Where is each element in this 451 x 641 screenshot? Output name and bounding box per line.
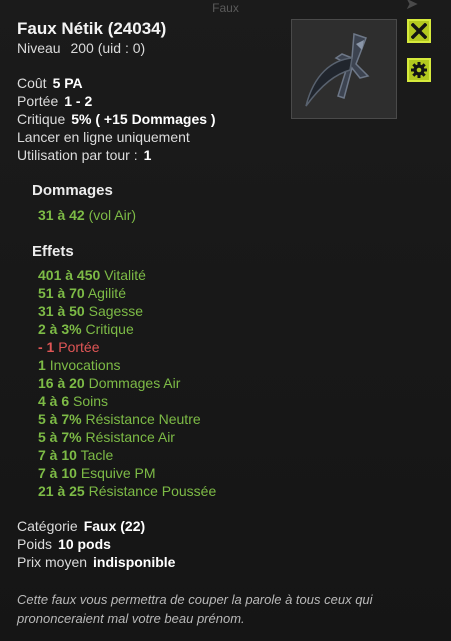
info-value: indisponible	[93, 554, 176, 570]
scythe-icon	[305, 32, 370, 107]
effect-number: 31 à 50	[38, 303, 85, 319]
effect-text: (vol Air)	[88, 207, 137, 223]
effect-line: - 1 Portée	[38, 339, 99, 355]
effect-line: 2 à 3% Critique	[38, 321, 134, 337]
effect-text: Dommages Air	[88, 375, 181, 391]
effect-line: 1 Invocations	[38, 357, 121, 373]
close-button[interactable]	[407, 19, 431, 43]
info-category: Catégorie Faux (22)	[17, 518, 145, 534]
effect-text: Soins	[73, 393, 109, 409]
gear-icon	[411, 62, 427, 78]
item-description: Cette faux vous permettra de couper la p…	[17, 592, 373, 626]
effect-line: 5 à 7% Résistance Air	[38, 429, 175, 445]
damage-line: 31 à 42 (vol Air)	[38, 207, 136, 223]
close-icon	[411, 23, 427, 39]
effect-text: Résistance Poussée	[88, 483, 217, 499]
effect-text: Critique	[85, 321, 134, 337]
effect-line: 21 à 25 Résistance Poussée	[38, 483, 216, 499]
info-label: Poids	[17, 536, 53, 552]
stat-label: Lancer en ligne uniquement	[17, 129, 190, 145]
item-level: Niveau 200 (uid : 0)	[17, 40, 145, 56]
effect-number: 16 à 20	[38, 375, 85, 391]
effect-text: Portée	[58, 339, 100, 355]
effect-text: Esquive PM	[80, 465, 156, 481]
effect-number: 401 à 450	[38, 267, 101, 283]
effect-number: 4 à 6	[38, 393, 70, 409]
effect-number: 5 à 7%	[38, 411, 82, 427]
effect-number: 31 à 42	[38, 207, 85, 223]
effect-text: Sagesse	[88, 303, 144, 319]
effect-number: 1	[38, 357, 46, 373]
settings-button[interactable]	[407, 58, 431, 82]
item-level-value: 200 (uid : 0)	[70, 40, 146, 56]
effect-text: Résistance Air	[85, 429, 175, 445]
effect-line: 4 à 6 Soins	[38, 393, 108, 409]
stat-value: 1 - 2	[64, 93, 93, 109]
effect-number: 5 à 7%	[38, 429, 82, 445]
effect-number: - 1	[38, 339, 55, 355]
info-average-price: Prix moyen indisponible	[17, 554, 175, 570]
stat-uses-per-turn: Utilisation par tour : 1	[17, 147, 151, 163]
effect-line: 31 à 50 Sagesse	[38, 303, 143, 319]
effect-line: 7 à 10 Tacle	[38, 447, 113, 463]
effect-line: 401 à 450 Vitalité	[38, 267, 146, 283]
stat-value: 1	[143, 147, 152, 163]
effect-line: 51 à 70 Agilité	[38, 285, 126, 301]
effect-line: 7 à 10 Esquive PM	[38, 465, 156, 481]
stat-range: Portée 1 - 2	[17, 93, 92, 109]
effect-line: 5 à 7% Résistance Neutre	[38, 411, 201, 427]
effect-number: 51 à 70	[38, 285, 85, 301]
stat-label: Critique	[17, 111, 66, 127]
stat-cost: Coût 5 PA	[17, 75, 83, 91]
effect-text: Agilité	[87, 285, 126, 301]
effect-number: 21 à 25	[38, 483, 85, 499]
info-label: Prix moyen	[17, 554, 88, 570]
effect-line: 16 à 20 Dommages Air	[38, 375, 180, 391]
item-name: Faux Nétik (24034)	[17, 19, 167, 38]
effect-text: Résistance Neutre	[85, 411, 201, 427]
stat-label: Portée	[17, 93, 59, 109]
effect-number: 7 à 10	[38, 465, 77, 481]
effects-title: Effets	[32, 243, 74, 260]
info-weight: Poids 10 pods	[17, 536, 111, 552]
effect-number: 7 à 10	[38, 447, 77, 463]
effect-text: Tacle	[80, 447, 114, 463]
item-level-label: Niveau	[17, 40, 61, 56]
info-value: Faux (22)	[83, 518, 146, 534]
info-label: Catégorie	[17, 518, 78, 534]
window-title: Faux	[212, 1, 239, 15]
stat-label: Utilisation par tour :	[17, 147, 138, 163]
effect-text: Vitalité	[104, 267, 146, 283]
item-image	[291, 19, 397, 119]
info-value: 10 pods	[58, 536, 111, 552]
effect-number: 2 à 3%	[38, 321, 82, 337]
collapse-arrow-icon[interactable]: ➤	[405, 0, 418, 14]
stat-value: 5% ( +15 Dommages )	[71, 111, 216, 127]
stat-critical: Critique 5% ( +15 Dommages )	[17, 111, 216, 127]
damage-title: Dommages	[32, 182, 113, 199]
stat-value: 5 PA	[52, 75, 83, 91]
stat-label: Coût	[17, 75, 47, 91]
effect-text: Invocations	[49, 357, 121, 373]
item-tooltip-panel: Faux ➤ Faux Nétik (24034) Niveau 200 (ui…	[0, 0, 451, 641]
stat-line-only: Lancer en ligne uniquement	[17, 129, 190, 145]
